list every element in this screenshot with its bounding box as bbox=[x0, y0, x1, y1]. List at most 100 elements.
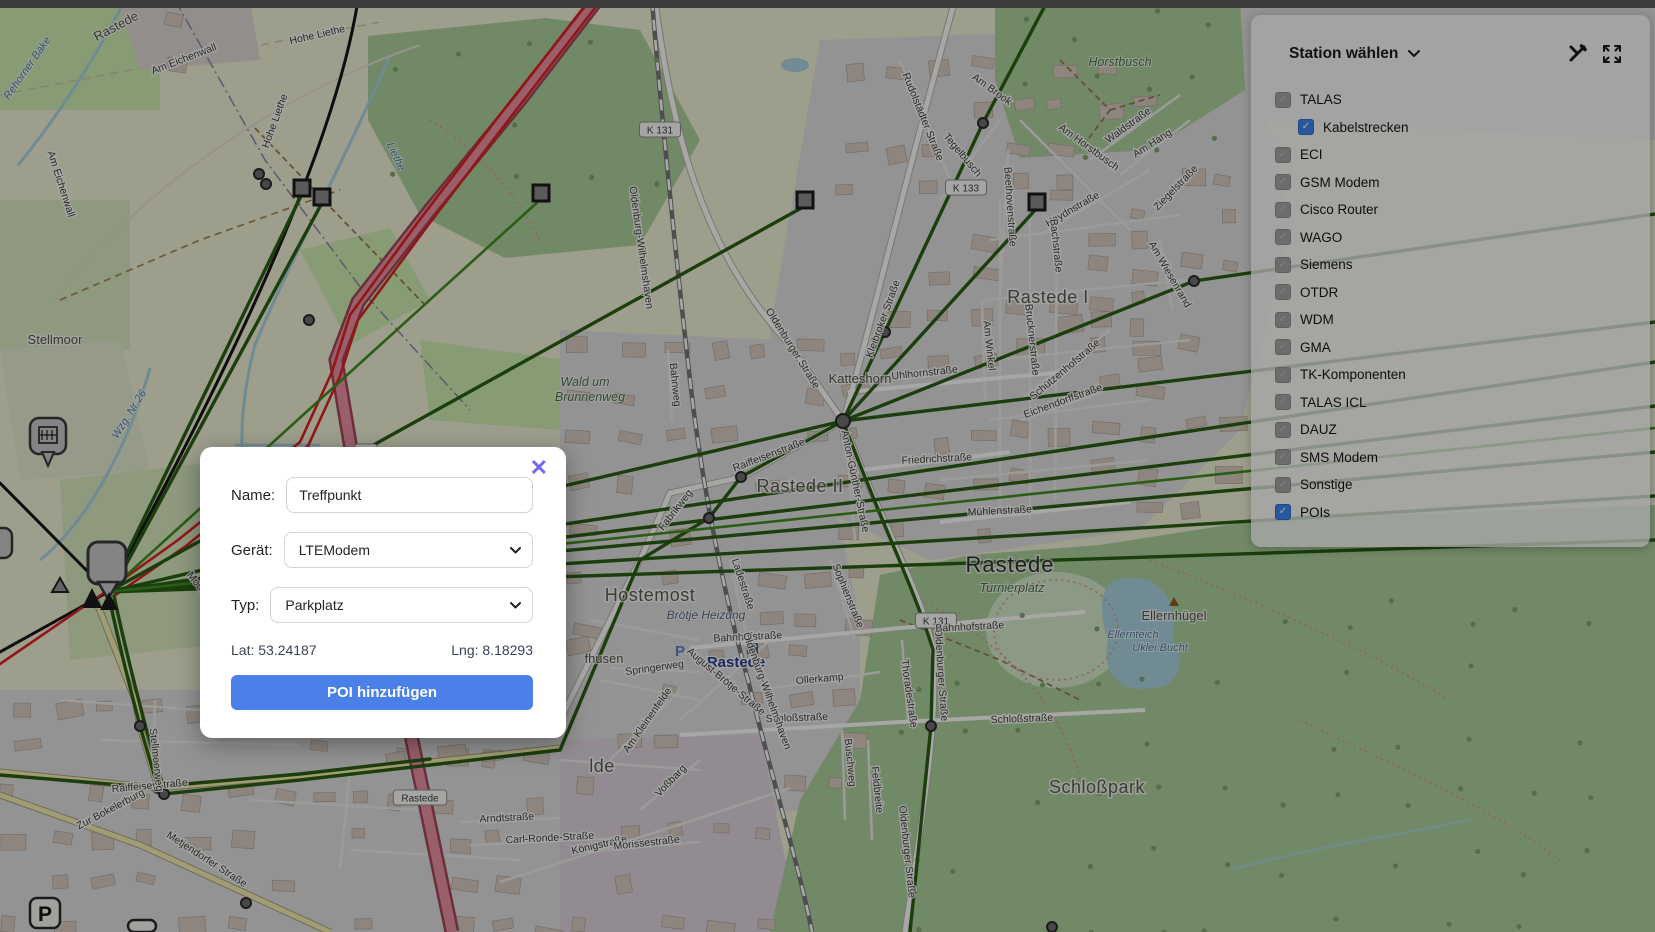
station-square-marker[interactable] bbox=[1029, 194, 1045, 210]
map-label: Brunnenweg bbox=[555, 390, 625, 404]
layer-checkbox[interactable]: ✓ bbox=[1275, 422, 1291, 438]
layer-row-talas: ✓ TALAS bbox=[1275, 86, 1650, 114]
station-select[interactable]: Station wählen bbox=[1289, 45, 1420, 63]
close-icon[interactable]: ✕ bbox=[526, 453, 552, 483]
map-label: Turnierplatz bbox=[979, 581, 1045, 595]
disconnect-icon[interactable] bbox=[1567, 43, 1588, 64]
layer-checkbox[interactable]: ✓ bbox=[1275, 202, 1291, 218]
device-select[interactable]: LTEModem bbox=[284, 532, 533, 568]
cable-node-marker[interactable] bbox=[304, 315, 314, 325]
map-label: Brötje Heizung bbox=[667, 608, 746, 622]
layer-checkbox[interactable]: ✓ bbox=[1275, 174, 1291, 190]
station-square-marker[interactable] bbox=[533, 185, 549, 201]
layer-checkbox[interactable]: ✓ bbox=[1275, 312, 1291, 328]
layer-checkbox[interactable]: ✓ bbox=[1275, 257, 1291, 273]
layer-checkbox[interactable]: ✓ bbox=[1275, 92, 1291, 108]
station-square-marker[interactable] bbox=[797, 192, 813, 208]
map-label: Ellernhügel bbox=[1141, 608, 1206, 623]
edge-pin-marker[interactable] bbox=[0, 528, 12, 558]
layer-row-sms-modem: ✓ SMS Modem bbox=[1275, 444, 1650, 472]
map-label: lde bbox=[589, 756, 615, 776]
layer-row-sonstige: ✓ Sonstige bbox=[1275, 471, 1650, 499]
add-poi-button[interactable]: POI hinzufügen bbox=[231, 675, 533, 710]
map-label: Schloßstraße bbox=[990, 712, 1053, 726]
layer-checkbox[interactable]: ✓ bbox=[1275, 229, 1291, 245]
cable-node-marker[interactable] bbox=[254, 169, 264, 179]
layer-label: ECI bbox=[1300, 147, 1323, 162]
map-label: Rastede II bbox=[756, 476, 843, 496]
chevron-down-icon bbox=[1408, 50, 1420, 58]
station-select-label: Station wählen bbox=[1289, 45, 1398, 63]
layer-label: DAUZ bbox=[1300, 422, 1337, 437]
svg-text:K 133: K 133 bbox=[953, 184, 980, 195]
layer-checkbox[interactable]: ✓ bbox=[1275, 394, 1291, 410]
cable-node-marker[interactable] bbox=[135, 721, 145, 731]
name-input[interactable] bbox=[286, 477, 533, 513]
type-select[interactable]: Parkplatz bbox=[270, 587, 533, 623]
map-label: Hostemost bbox=[605, 585, 696, 605]
expand-icon[interactable] bbox=[1602, 44, 1622, 64]
layer-row-pois: ✓ POIs bbox=[1275, 499, 1650, 527]
station-square-marker[interactable] bbox=[314, 189, 330, 205]
svg-text:P: P bbox=[38, 903, 52, 926]
latitude-value: Lat: 53.24187 bbox=[231, 642, 317, 658]
layer-checkbox[interactable]: ✓ bbox=[1275, 284, 1291, 300]
app-window: P P K 131K 133K 13129Rastede RastedeHohe… bbox=[0, 0, 1655, 932]
layer-label: Siemens bbox=[1300, 257, 1353, 272]
layer-row-dauz: ✓ DAUZ bbox=[1275, 416, 1650, 444]
station-square-marker[interactable] bbox=[294, 180, 310, 196]
layer-row-gsm-modem: ✓GSM Modem bbox=[1275, 169, 1650, 197]
layer-label: WDM bbox=[1300, 312, 1334, 327]
road-shield: K 133 bbox=[946, 180, 987, 195]
layer-checkbox[interactable]: ✓ bbox=[1275, 504, 1291, 520]
layer-label: TALAS ICL bbox=[1300, 395, 1367, 410]
layer-row-siemens: ✓ Siemens bbox=[1275, 251, 1650, 279]
map-label: fhusen bbox=[584, 651, 623, 666]
layer-label: WAGO bbox=[1300, 230, 1342, 245]
layer-checkbox[interactable]: ✓ bbox=[1275, 147, 1291, 163]
layer-row-eci: ✓ ECI bbox=[1275, 141, 1650, 169]
layer-label: OTDR bbox=[1300, 285, 1338, 300]
layer-row-kabelstrecken: ✓Kabelstrecken bbox=[1275, 114, 1650, 142]
layer-row-talas-icl: ✓ TALAS ICL bbox=[1275, 389, 1650, 417]
layer-row-tk-komponenten: ✓TK-Komponenten bbox=[1275, 361, 1650, 389]
cable-node-marker[interactable] bbox=[241, 898, 251, 908]
layer-checkbox[interactable]: ✓ bbox=[1275, 477, 1291, 493]
map-label: Rastede I bbox=[1007, 287, 1089, 307]
device-select-value: LTEModem bbox=[299, 542, 370, 558]
chevron-down-icon bbox=[510, 602, 521, 609]
layer-label: Cisco Router bbox=[1300, 202, 1378, 217]
layer-checkbox[interactable]: ✓ bbox=[1298, 119, 1314, 135]
cable-node-marker[interactable] bbox=[1047, 922, 1057, 932]
layer-checkbox[interactable]: ✓ bbox=[1275, 339, 1291, 355]
layer-label: TALAS bbox=[1300, 92, 1342, 107]
layers-panel: Station wählen bbox=[1251, 15, 1650, 547]
layer-label: SMS Modem bbox=[1300, 450, 1378, 465]
type-label: Typ: bbox=[231, 597, 259, 614]
device-label: Gerät: bbox=[231, 542, 273, 559]
map-label: Stellmoor bbox=[28, 332, 84, 347]
add-poi-dialog: ✕ Name: Gerät: LTEModem Typ: Parkplatz bbox=[200, 447, 566, 738]
svg-text:K 131: K 131 bbox=[647, 126, 674, 137]
layer-label: GMA bbox=[1300, 340, 1331, 355]
layer-checkbox[interactable]: ✓ bbox=[1275, 449, 1291, 465]
map-label: Wald um bbox=[560, 375, 609, 389]
layer-row-gma: ✓ GMA bbox=[1275, 334, 1650, 362]
cable-node-marker[interactable] bbox=[836, 414, 850, 428]
cable-node-marker[interactable] bbox=[704, 513, 714, 523]
type-select-value: Parkplatz bbox=[285, 597, 343, 613]
layer-row-wago: ✓ WAGO bbox=[1275, 224, 1650, 252]
layer-checkbox[interactable]: ✓ bbox=[1275, 367, 1291, 383]
svg-text:Rastede: Rastede bbox=[401, 794, 439, 805]
map-label: Ellernteich bbox=[1107, 629, 1158, 641]
cable-node-marker[interactable] bbox=[926, 721, 936, 731]
layer-label: POIs bbox=[1300, 505, 1330, 520]
chevron-down-icon bbox=[510, 547, 521, 554]
map-label: Schloßpark bbox=[1049, 777, 1146, 797]
layer-row-otdr: ✓ OTDR bbox=[1275, 279, 1650, 307]
cable-node-marker[interactable] bbox=[261, 179, 271, 189]
cable-node-marker[interactable] bbox=[978, 118, 988, 128]
layers-panel-header: Station wählen bbox=[1251, 15, 1650, 80]
layer-label: Sonstige bbox=[1300, 477, 1353, 492]
cable-node-marker[interactable] bbox=[1189, 276, 1199, 286]
